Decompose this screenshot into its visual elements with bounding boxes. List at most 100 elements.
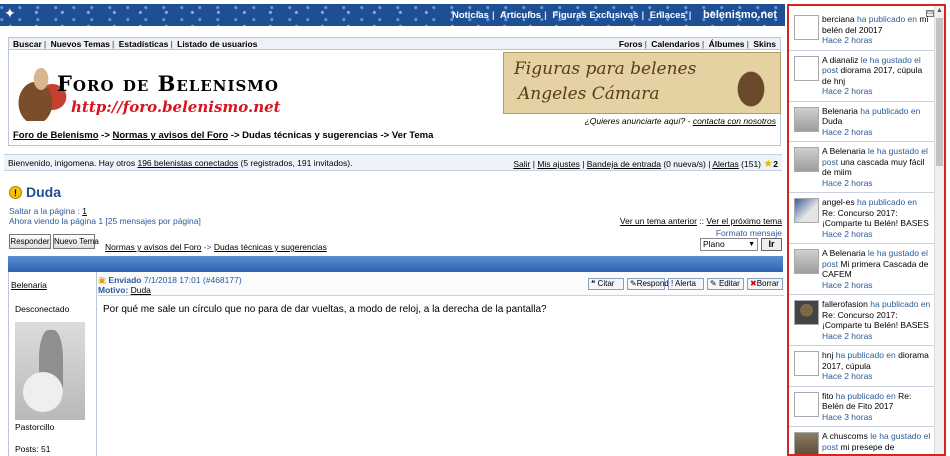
avatar: [15, 322, 85, 420]
crumb-normas[interactable]: Normas y avisos del Foro: [105, 242, 201, 252]
activity-user[interactable]: Belenaria: [830, 248, 866, 258]
welcome-suffix: (5 registrados, 191 invitados).: [238, 158, 353, 168]
nav-foros[interactable]: Foros: [619, 39, 643, 49]
breadcrumb-normas[interactable]: Normas y avisos del Foro: [113, 130, 229, 141]
sidebar-scrollbar[interactable]: ▲: [934, 6, 944, 454]
edit-button[interactable]: ✎ Editar: [707, 278, 744, 290]
activity-target[interactable]: Re: Concurso 2017: ¡Comparte tu Belén! B…: [822, 208, 929, 229]
avatar: [794, 432, 819, 454]
forum-logo[interactable]: Foro de Belenismo http://foro.belenismo.…: [13, 53, 283, 125]
activity-verb: ha publicado en: [870, 299, 931, 309]
post-author-pane: Belenaria Desconectado Pastorcillo Posts…: [9, 272, 97, 456]
star-count: 2: [773, 159, 778, 169]
prev-topic-link[interactable]: Ver un tema anterior: [620, 216, 697, 226]
info-icon: !: [9, 186, 22, 199]
activity-user[interactable]: fito: [822, 391, 833, 401]
activity-item[interactable]: berciana ha publicado en mi belén del 20…: [789, 10, 934, 51]
reply-post-button[interactable]: ✎Responder: [627, 278, 676, 290]
topic-breadcrumb: Normas y avisos del Foro -> Dudas técnic…: [105, 242, 327, 252]
sent-label: Enviado: [108, 275, 142, 285]
activity-item[interactable]: A chuscoms le ha gustado el post mi pres…: [789, 427, 934, 454]
activity-target[interactable]: Mi primera Cascada de CAFEM: [822, 259, 928, 280]
alerts-link[interactable]: Alertas: [712, 159, 738, 169]
activity-item[interactable]: A Belenaria le ha gustado el post Mi pri…: [789, 244, 934, 295]
author-name-link[interactable]: Belenaria: [11, 280, 47, 290]
inbox-link[interactable]: Bandeja de entrada: [587, 159, 661, 169]
nav-buscar[interactable]: Buscar: [13, 39, 42, 49]
activity-time: Hace 2 horas: [822, 330, 873, 341]
nav-articulos[interactable]: Artículos: [500, 10, 541, 21]
activity-verb: ha publicado en: [835, 350, 896, 360]
activity-target[interactable]: Duda: [822, 116, 842, 126]
breadcrumb-arrow: ->: [230, 130, 240, 141]
activity-user[interactable]: dianaliz: [830, 55, 859, 65]
nav-estadisticas[interactable]: Estadísticas: [119, 39, 169, 49]
nav-skins[interactable]: Skins: [753, 39, 776, 49]
forum-header: Foro de Belenismo http://foro.belenismo.…: [8, 50, 781, 146]
topic-title: ! Duda: [9, 184, 61, 200]
format-select[interactable]: Plano ▼: [700, 238, 758, 251]
logout-link[interactable]: Salir: [513, 159, 530, 169]
crumb-dudas[interactable]: Dudas técnicas y sugerencias: [214, 242, 327, 252]
motivo-link[interactable]: Duda: [131, 285, 151, 295]
nav-nuevos-temas[interactable]: Nuevos Temas: [51, 39, 110, 49]
activity-item[interactable]: angel-es ha publicado en Re: Concurso 20…: [789, 193, 934, 244]
nav-noticias[interactable]: Noticias: [452, 10, 489, 21]
forum-page: ✦ Noticias | Artículos | Figuras Exclusiva…: [0, 0, 785, 456]
nav-figuras-exclusivas[interactable]: Figuras Exclusivas: [552, 10, 638, 21]
activity-item[interactable]: A dianaliz le ha gustado el post diorama…: [789, 51, 934, 102]
breadcrumb-arrow: ->: [101, 130, 110, 141]
breadcrumb-forum[interactable]: Foro de Belenismo: [13, 130, 99, 141]
avatar: [794, 106, 819, 132]
next-topic-link[interactable]: Ver el próximo tema: [706, 216, 782, 226]
nav-albumes[interactable]: Álbumes: [709, 39, 745, 49]
alert-button[interactable]: ! Alerta: [668, 278, 704, 290]
nav-listado-usuarios[interactable]: Listado de usuarios: [177, 39, 257, 49]
activity-target[interactable]: Re: Concurso 2017: ¡Comparte tu Belén! B…: [822, 310, 929, 331]
ad-contact-link[interactable]: contacta con nosotros: [693, 116, 776, 126]
jump-label: Saltar a la página :: [9, 206, 80, 216]
scroll-up-icon[interactable]: ▲: [936, 7, 943, 14]
activity-user[interactable]: berciana: [822, 14, 855, 24]
activity-item[interactable]: A Belenaria le ha gustado el post una ca…: [789, 142, 934, 193]
scrollbar-thumb[interactable]: [936, 18, 943, 166]
activity-feed: berciana ha publicado en mi belén del 20…: [789, 10, 934, 454]
nav-calendarios[interactable]: Calendarios: [651, 39, 700, 49]
activity-item[interactable]: Belenaria ha publicado en Duda Hace 2 hor…: [789, 102, 934, 142]
nav-enlaces[interactable]: Enlaces: [650, 10, 686, 21]
activity-target[interactable]: diorama 2017, cúpula de hnj: [822, 65, 922, 86]
author-rank: Pastorcillo: [15, 422, 55, 432]
page-1-link[interactable]: 1: [82, 206, 87, 216]
activity-item[interactable]: fallerofasion ha publicado en Re: Concur…: [789, 295, 934, 346]
reply-button[interactable]: Responder: [9, 234, 51, 249]
prev-next-topic: Ver un tema anterior :: Ver el próximo t…: [620, 216, 782, 226]
site-brand-link[interactable]: belenismo.net: [703, 9, 777, 21]
ad-banner[interactable]: Figuras para belenes Angeles Cámara: [503, 52, 781, 114]
online-users-link[interactable]: 196 belenistas conectados: [137, 158, 238, 168]
new-topic-button[interactable]: Nuevo Tema: [53, 234, 99, 249]
activity-user[interactable]: Belenaria: [830, 146, 866, 156]
activity-prefix: A: [822, 248, 828, 258]
activity-time: Hace 2 horas: [822, 228, 873, 239]
activity-verb: ha publicado en: [856, 197, 918, 207]
format-value: Plano: [703, 239, 725, 249]
star-icon[interactable]: ★: [763, 158, 773, 170]
activity-user[interactable]: angel-es: [822, 197, 855, 207]
welcome-bar: Bienvenido, inigomena. Hay otros 196 bel…: [4, 154, 782, 171]
activity-item[interactable]: hnj ha publicado en diorama 2017, cúpula…: [789, 346, 934, 387]
chevron-down-icon: ▼: [748, 241, 755, 248]
settings-link[interactable]: Mis ajustes: [537, 159, 580, 169]
viewing-info: Ahora viendo la página 1 [25 mensajes po…: [9, 216, 201, 226]
activity-target[interactable]: mi presepe de: [840, 442, 894, 452]
delete-button[interactable]: ✖Borrar: [747, 278, 783, 290]
activity-user[interactable]: fallerofasion: [822, 299, 868, 309]
ad-banner-line1: Figuras para belenes: [514, 59, 697, 79]
quote-button[interactable]: ❝ Citar: [588, 278, 624, 290]
activity-user[interactable]: Belenaria: [822, 106, 858, 116]
activity-user[interactable]: hnj: [822, 350, 833, 360]
activity-item[interactable]: fito ha publicado en Re: Belén de Fito 2…: [789, 387, 934, 427]
top-navigation: Noticias | Artículos | Figuras Exclusivas |…: [451, 9, 777, 21]
go-button[interactable]: Ir: [761, 238, 782, 251]
activity-user[interactable]: chuscoms: [830, 431, 868, 441]
activity-target[interactable]: una cascada muy fácil de miim: [822, 157, 925, 178]
